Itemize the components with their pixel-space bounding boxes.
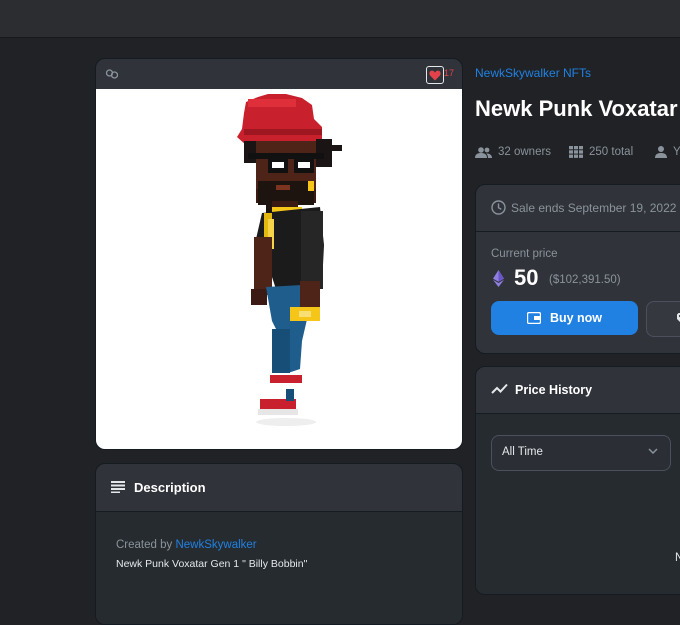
wallet-icon (526, 312, 541, 324)
item-title: Newk Punk Voxatar (475, 96, 678, 121)
asset-card: 17 (95, 58, 463, 450)
price-history-title: Price History (515, 383, 593, 397)
price-history-empty-note: N (675, 552, 680, 564)
owners-stat[interactable]: 32 owners (475, 146, 551, 158)
clock-icon (491, 200, 506, 215)
favorite-button[interactable] (426, 66, 444, 84)
current-price-label: Current price (491, 248, 558, 260)
asset-card-header: 17 (96, 59, 462, 89)
owners-count: 32 owners (498, 146, 552, 158)
price-usd: ($102,391.50) (549, 274, 621, 286)
voxel-avatar-illustration (237, 94, 342, 426)
created-by-line: Created by NewkSkywalker (116, 539, 257, 551)
sale-ends-text: Sale ends September 19, 2022 (511, 201, 677, 215)
description-header[interactable]: Description (96, 464, 462, 512)
created-by-prefix: Created by (116, 539, 173, 551)
trend-icon (491, 383, 508, 394)
favorites-stat[interactable]: Y (655, 146, 680, 158)
price-history-panel: Price History All Time N (475, 366, 680, 595)
heart-icon (429, 70, 441, 80)
buy-now-button[interactable]: Buy now (491, 301, 638, 335)
chevron-down-icon (648, 448, 658, 454)
time-filter-select[interactable]: All Time (491, 435, 671, 471)
favorite-count: 17 (443, 68, 454, 78)
sale-panel: Sale ends September 19, 2022 Current pri… (475, 184, 680, 354)
description-body: Created by NewkSkywalker Newk Punk Voxat… (96, 512, 462, 624)
sale-header: Sale ends September 19, 2022 (476, 185, 680, 232)
top-navigation-bar (0, 0, 680, 38)
price-history-body: All Time N (476, 414, 680, 594)
grid-icon (569, 146, 583, 158)
total-stat: 250 total (569, 146, 633, 158)
total-count: 250 total (589, 146, 634, 158)
eth-icon (493, 270, 504, 287)
favorites-count-partial: Y (673, 146, 680, 158)
asset-image[interactable] (96, 89, 462, 449)
collection-link[interactable]: NewkSkywalker NFTs (475, 66, 591, 80)
description-text: Newk Punk Voxatar Gen 1 " Billy Bobbin" (116, 558, 308, 570)
price-value: 50 (514, 265, 539, 290)
creator-link[interactable]: NewkSkywalker (175, 539, 256, 551)
make-offer-button[interactable] (646, 301, 680, 337)
link-icon[interactable] (105, 68, 119, 80)
person-icon (655, 146, 667, 158)
lines-icon (111, 481, 125, 493)
buy-now-label: Buy now (549, 311, 603, 325)
price-history-header[interactable]: Price History (476, 367, 680, 414)
description-panel: Description Created by NewkSkywalker New… (95, 463, 463, 625)
people-icon (475, 146, 492, 158)
time-filter-value: All Time (502, 446, 543, 458)
description-title: Description (134, 480, 206, 495)
